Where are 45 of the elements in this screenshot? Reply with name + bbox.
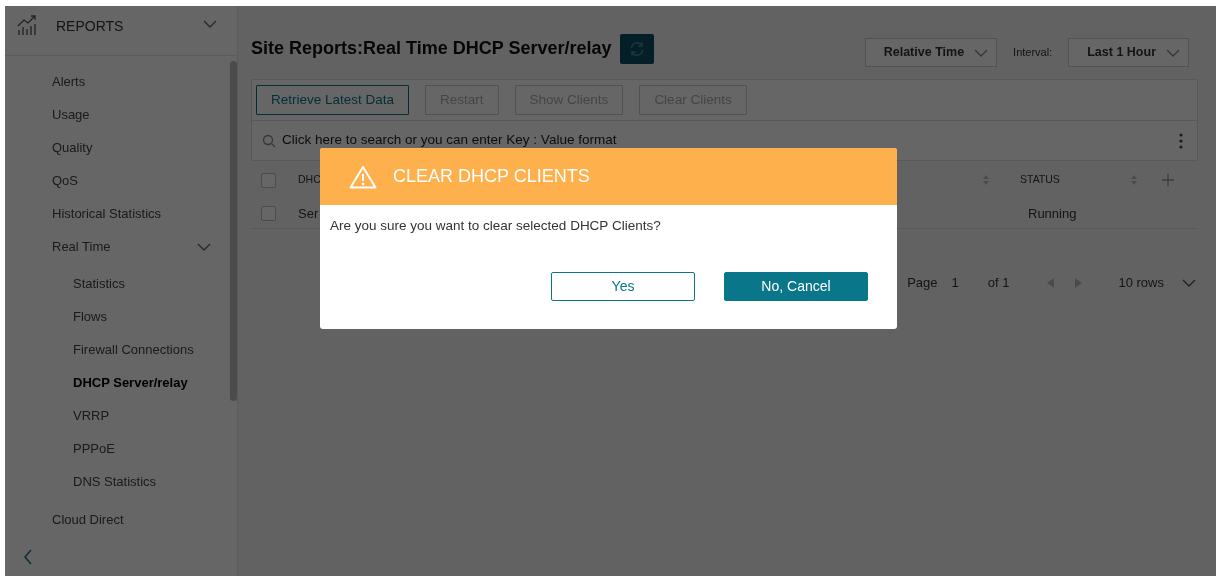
table-cell-text: Running <box>1028 204 1078 223</box>
refresh-icon <box>628 40 645 57</box>
confirm-button[interactable]: Yes <box>551 272 695 302</box>
sort-icon[interactable] <box>1130 174 1138 186</box>
column-header[interactable]: STATUS <box>1020 172 1130 188</box>
page-title: Site Reports:Real Time DHCP Server/relay <box>251 37 612 60</box>
chevron-down-icon[interactable] <box>1182 278 1196 287</box>
interval-dropdown[interactable]: Last 1 Hour <box>1068 38 1189 67</box>
chevron-down-icon[interactable] <box>974 48 989 57</box>
page-total: of 1 <box>987 274 1010 292</box>
pagination-label: Page <box>907 274 938 292</box>
chevron-down-icon[interactable] <box>1166 48 1180 57</box>
sort-icon[interactable] <box>982 174 990 186</box>
table-cell-text: Ser <box>298 204 319 223</box>
dropdown-value: Last 1 Hour <box>1087 44 1156 62</box>
chevron-left-icon[interactable] <box>23 549 33 565</box>
previous-page-icon[interactable] <box>1047 277 1056 288</box>
chevron-down-icon[interactable] <box>203 20 217 28</box>
dialog-message: Are you sure you want to clear selected DHCP Clients? <box>330 217 662 235</box>
checkbox[interactable] <box>261 206 276 221</box>
search-field[interactable]: Click here to search or you can enter Key : Value format <box>280 129 1175 152</box>
toolbar-button[interactable]: Retrieve Latest Data <box>256 85 410 115</box>
column-header[interactable]: DHC <box>298 172 321 188</box>
next-page-icon[interactable] <box>1074 277 1083 288</box>
warning-icon <box>349 164 377 189</box>
search-icon <box>262 133 276 148</box>
nav-item[interactable]: DNS Statistics <box>5 465 237 498</box>
dropdown-value: Relative Time <box>883 44 965 62</box>
time-mode-dropdown[interactable]: Relative Time <box>864 38 998 67</box>
nav-item[interactable]: Cloud Direct <box>5 503 237 536</box>
add-column-icon[interactable] <box>1162 174 1174 186</box>
interval-label: Interval: <box>1013 45 1053 61</box>
dialog-title: CLEAR DHCP CLIENTS <box>393 165 590 188</box>
nav-item[interactable]: PPPoE <box>5 432 237 465</box>
nav-item[interactable]: Real Time <box>52 236 111 257</box>
cancel-button[interactable]: No, Cancel <box>724 272 868 302</box>
chevron-down-icon[interactable] <box>197 242 211 251</box>
refresh-button[interactable] <box>619 33 654 64</box>
chart-icon <box>16 14 38 36</box>
more-options-icon[interactable] <box>1179 132 1183 149</box>
rows-per-page-dropdown[interactable]: 10 rows <box>1118 273 1164 293</box>
section-title[interactable]: REPORTS <box>56 14 185 37</box>
scrollbar[interactable] <box>230 61 237 401</box>
page-number-field[interactable]: 1 <box>951 273 959 293</box>
checkbox[interactable] <box>261 172 276 188</box>
